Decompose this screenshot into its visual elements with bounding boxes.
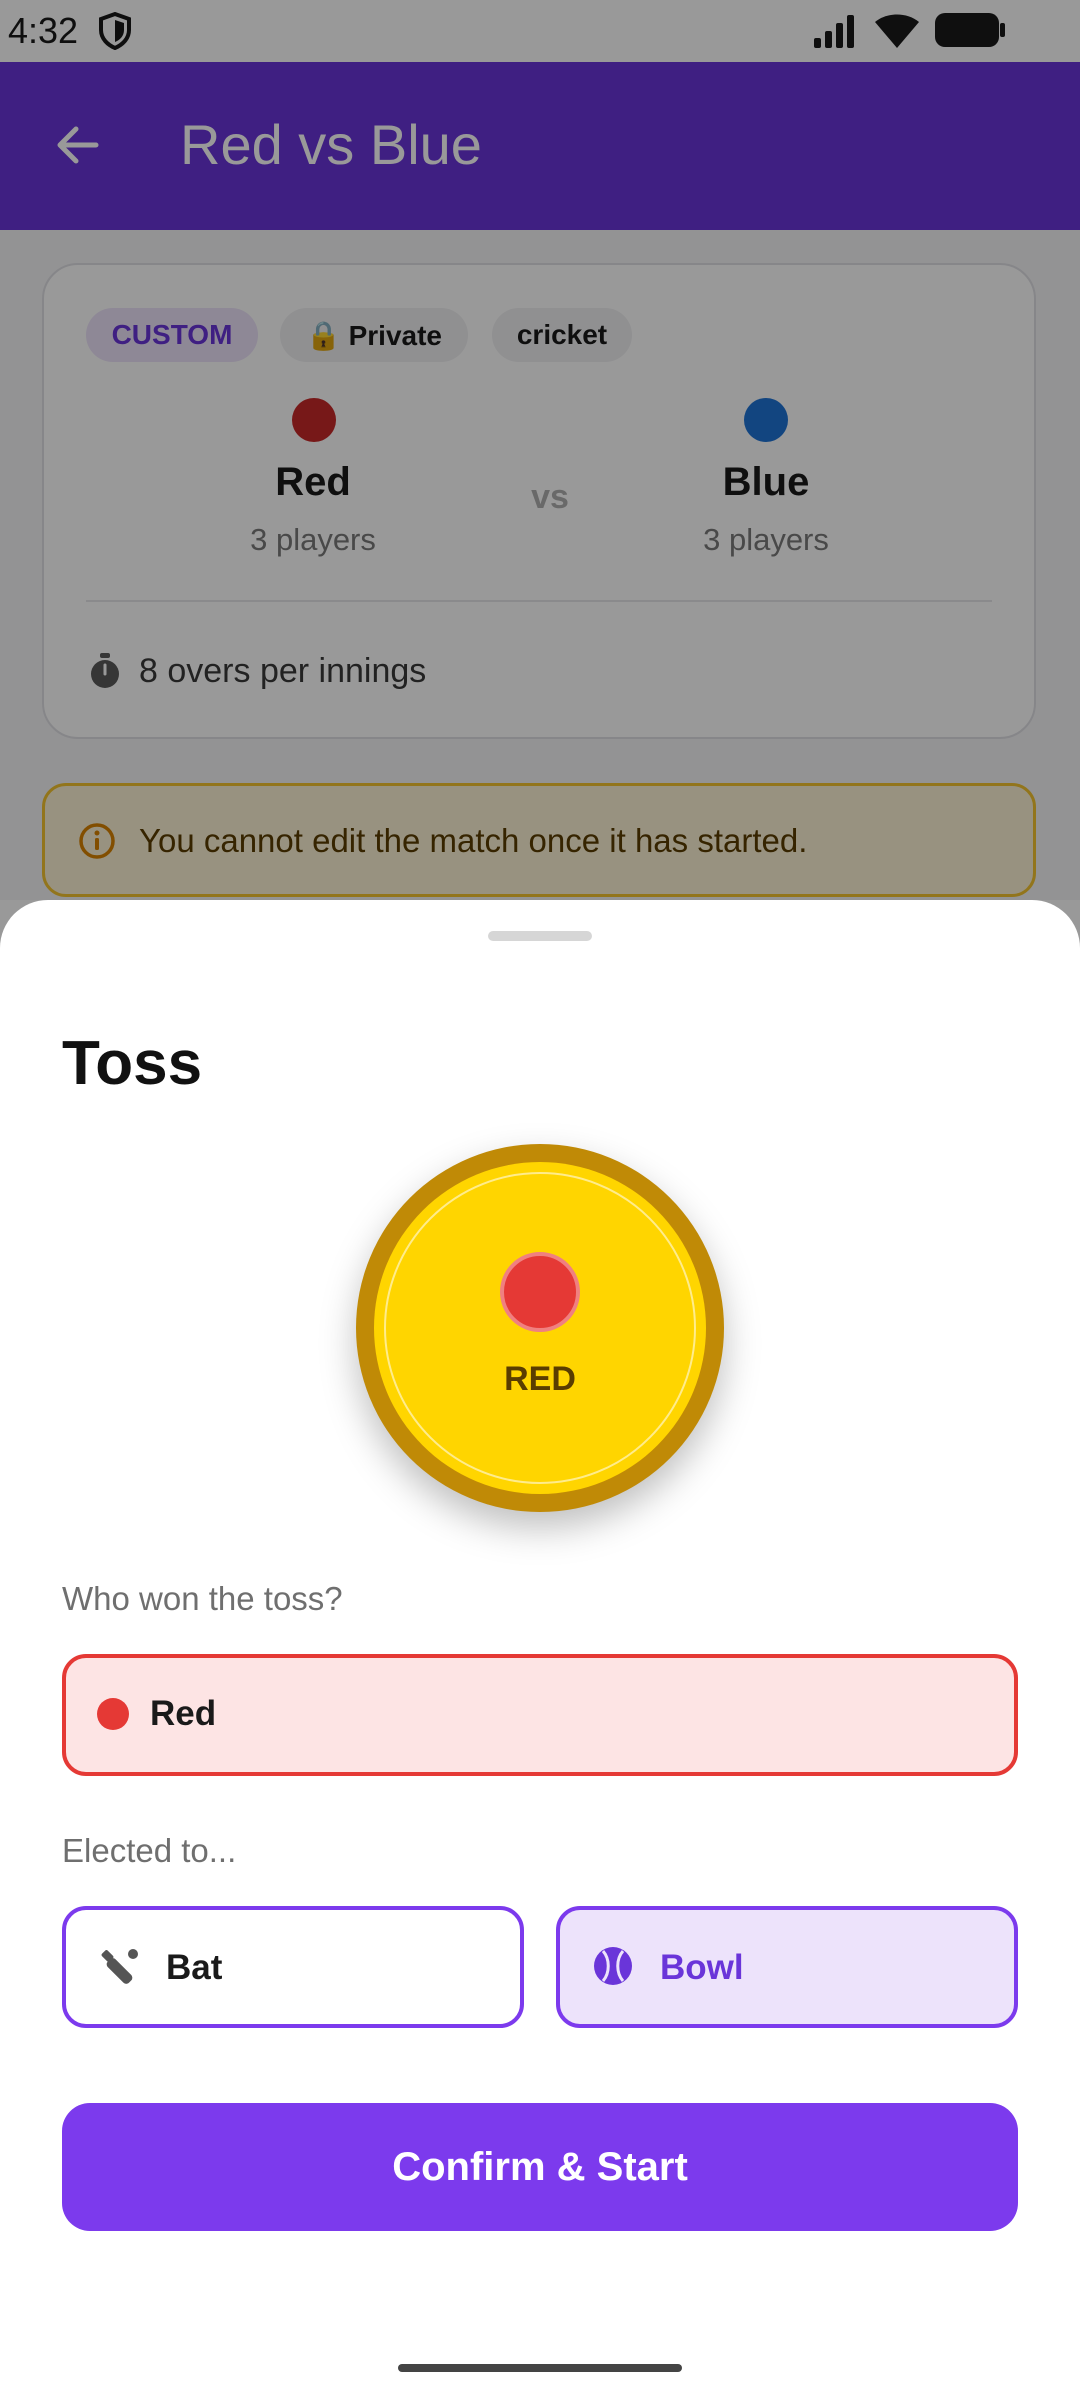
- cricket-bat-icon: [101, 1949, 138, 1984]
- drag-handle[interactable]: [488, 931, 592, 941]
- winner-dot: [97, 1698, 129, 1730]
- gesture-nav-bar[interactable]: [398, 2364, 682, 2372]
- coin-label: RED: [504, 1360, 576, 1398]
- winner-label: Red: [150, 1694, 217, 1733]
- coin-team-dot: [500, 1252, 580, 1332]
- cricket-ball-icon: [594, 1947, 632, 1985]
- sheet-title: Toss: [62, 1029, 203, 1098]
- bowl-label: Bowl: [660, 1948, 744, 1987]
- elected-prompt: Elected to...: [62, 1832, 237, 1869]
- winner-prompt: Who won the toss?: [62, 1580, 343, 1617]
- confirm-start-button[interactable]: Confirm & Start: [62, 2103, 1018, 2231]
- bat-label: Bat: [166, 1948, 223, 1987]
